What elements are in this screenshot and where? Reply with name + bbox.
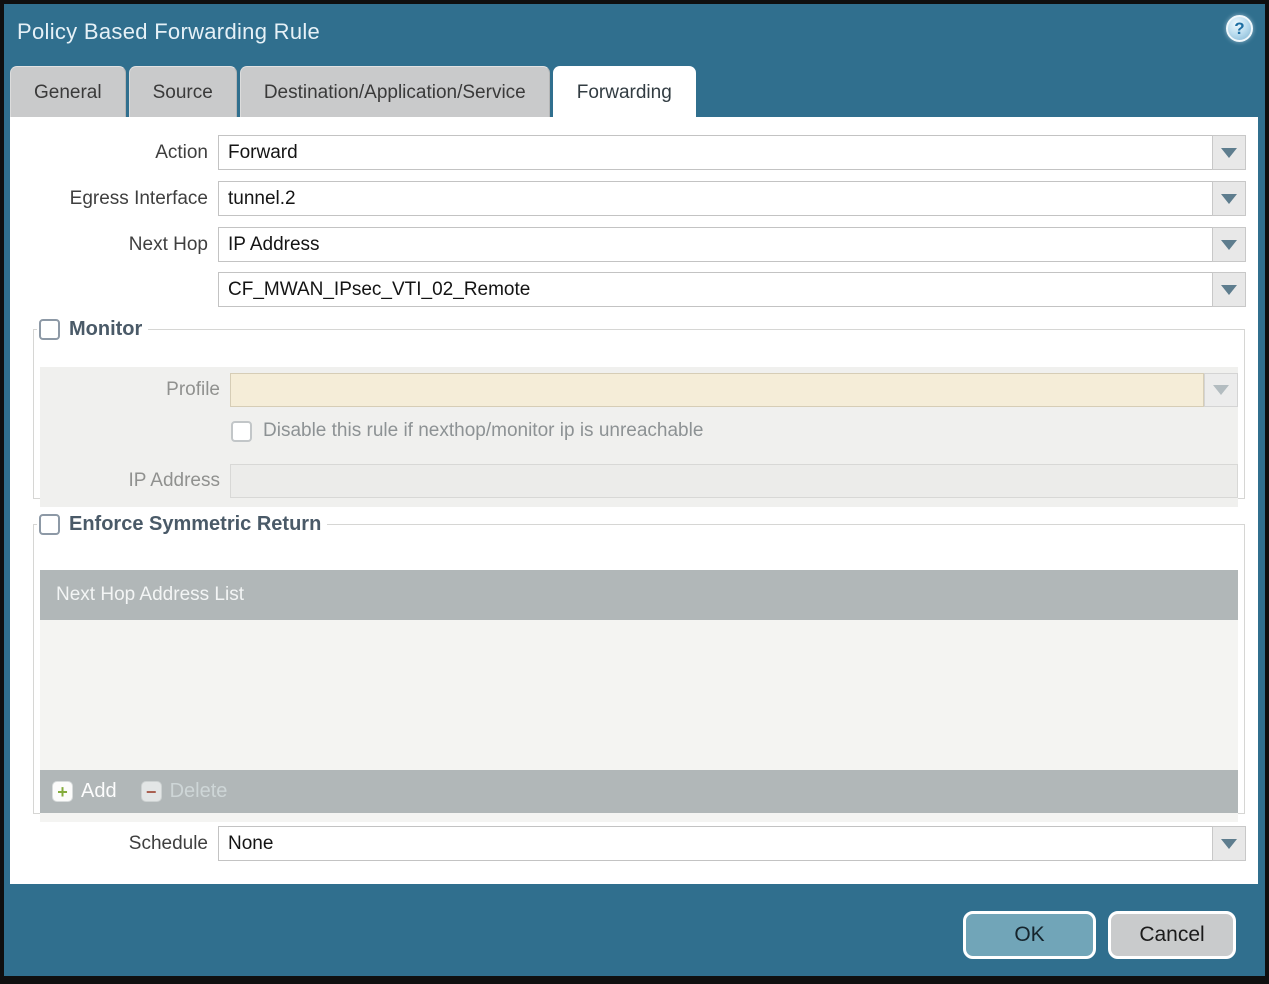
next-hop-dropdown-button[interactable] [1212,227,1246,262]
help-icon[interactable]: ? [1226,15,1253,42]
chevron-down-icon [1221,193,1237,204]
next-hop-label: Next Hop [128,234,208,255]
page-title: Policy Based Forwarding Rule [17,19,321,44]
enforce-symmetric-return-checkbox[interactable] [39,514,60,535]
disable-rule-label: Disable this rule if nexthop/monitor ip … [263,420,704,441]
schedule-select[interactable] [218,826,1218,861]
action-dropdown-button[interactable] [1212,135,1246,170]
schedule-label: Schedule [128,833,208,854]
monitor-checkbox[interactable] [39,319,60,340]
chevron-down-icon [1221,239,1237,250]
chevron-down-icon [1221,284,1237,295]
egress-interface-dropdown-button[interactable] [1212,181,1246,216]
table-footer-strip [40,813,1238,822]
monitor-panel: Profile Disable this rule if nexthop/mon… [40,367,1238,507]
monitor-ip-address-label: IP Address [128,470,220,491]
minus-icon: − [140,781,162,802]
chevron-down-icon [1221,838,1237,849]
add-button[interactable]: + Add [52,780,117,803]
delete-button: − Delete [140,780,228,803]
dialog-window: Policy Based Forwarding Rule ? General S… [0,0,1269,984]
tab-general[interactable]: General [10,66,126,117]
table-body[interactable] [40,620,1238,770]
profile-select [230,373,1204,407]
monitor-legend: Monitor [37,318,148,341]
profile-dropdown-button [1204,373,1238,407]
chevron-down-icon [1213,385,1229,395]
monitor-section: Monitor Profile Disable this rule if nex… [33,318,1245,507]
delete-button-label: Delete [169,780,228,802]
monitor-legend-label: Monitor [69,318,143,340]
cancel-button[interactable]: Cancel [1108,911,1236,959]
chevron-down-icon [1221,147,1237,158]
disable-rule-row: Disable this rule if nexthop/monitor ip … [231,420,703,442]
monitor-ip-address-input [230,464,1238,498]
action-select[interactable] [218,135,1218,170]
enforce-symmetric-return-legend-label: Enforce Symmetric Return [69,513,322,535]
tab-source[interactable]: Source [128,66,237,117]
add-button-label: Add [81,780,117,802]
tab-bar: General Source Destination/Application/S… [10,66,696,117]
table-header: Next Hop Address List [40,570,1238,620]
enforce-symmetric-return-legend: Enforce Symmetric Return [37,513,327,536]
forwarding-tab-panel: Action Egress Interface Next Hop Monitor [10,117,1258,884]
next-hop-address-dropdown-button[interactable] [1212,272,1246,307]
titlebar: Policy Based Forwarding Rule ? [4,4,1265,66]
next-hop-address-list-table: Next Hop Address List + Add − Delete [40,570,1238,822]
action-label: Action [155,142,208,163]
profile-label: Profile [166,379,220,400]
disable-rule-checkbox [231,420,252,442]
ok-button[interactable]: OK [963,911,1096,959]
plus-icon: + [52,781,73,802]
schedule-dropdown-button[interactable] [1212,826,1246,861]
tab-forwarding[interactable]: Forwarding [552,66,696,117]
enforce-symmetric-return-section: Enforce Symmetric Return Next Hop Addres… [33,513,1245,822]
next-hop-select[interactable] [218,227,1218,262]
tab-destination-application-service[interactable]: Destination/Application/Service [239,66,550,117]
table-toolbar: + Add − Delete [40,770,1238,813]
next-hop-address-select[interactable] [218,272,1218,307]
egress-interface-label: Egress Interface [69,188,208,209]
egress-interface-select[interactable] [218,181,1218,216]
